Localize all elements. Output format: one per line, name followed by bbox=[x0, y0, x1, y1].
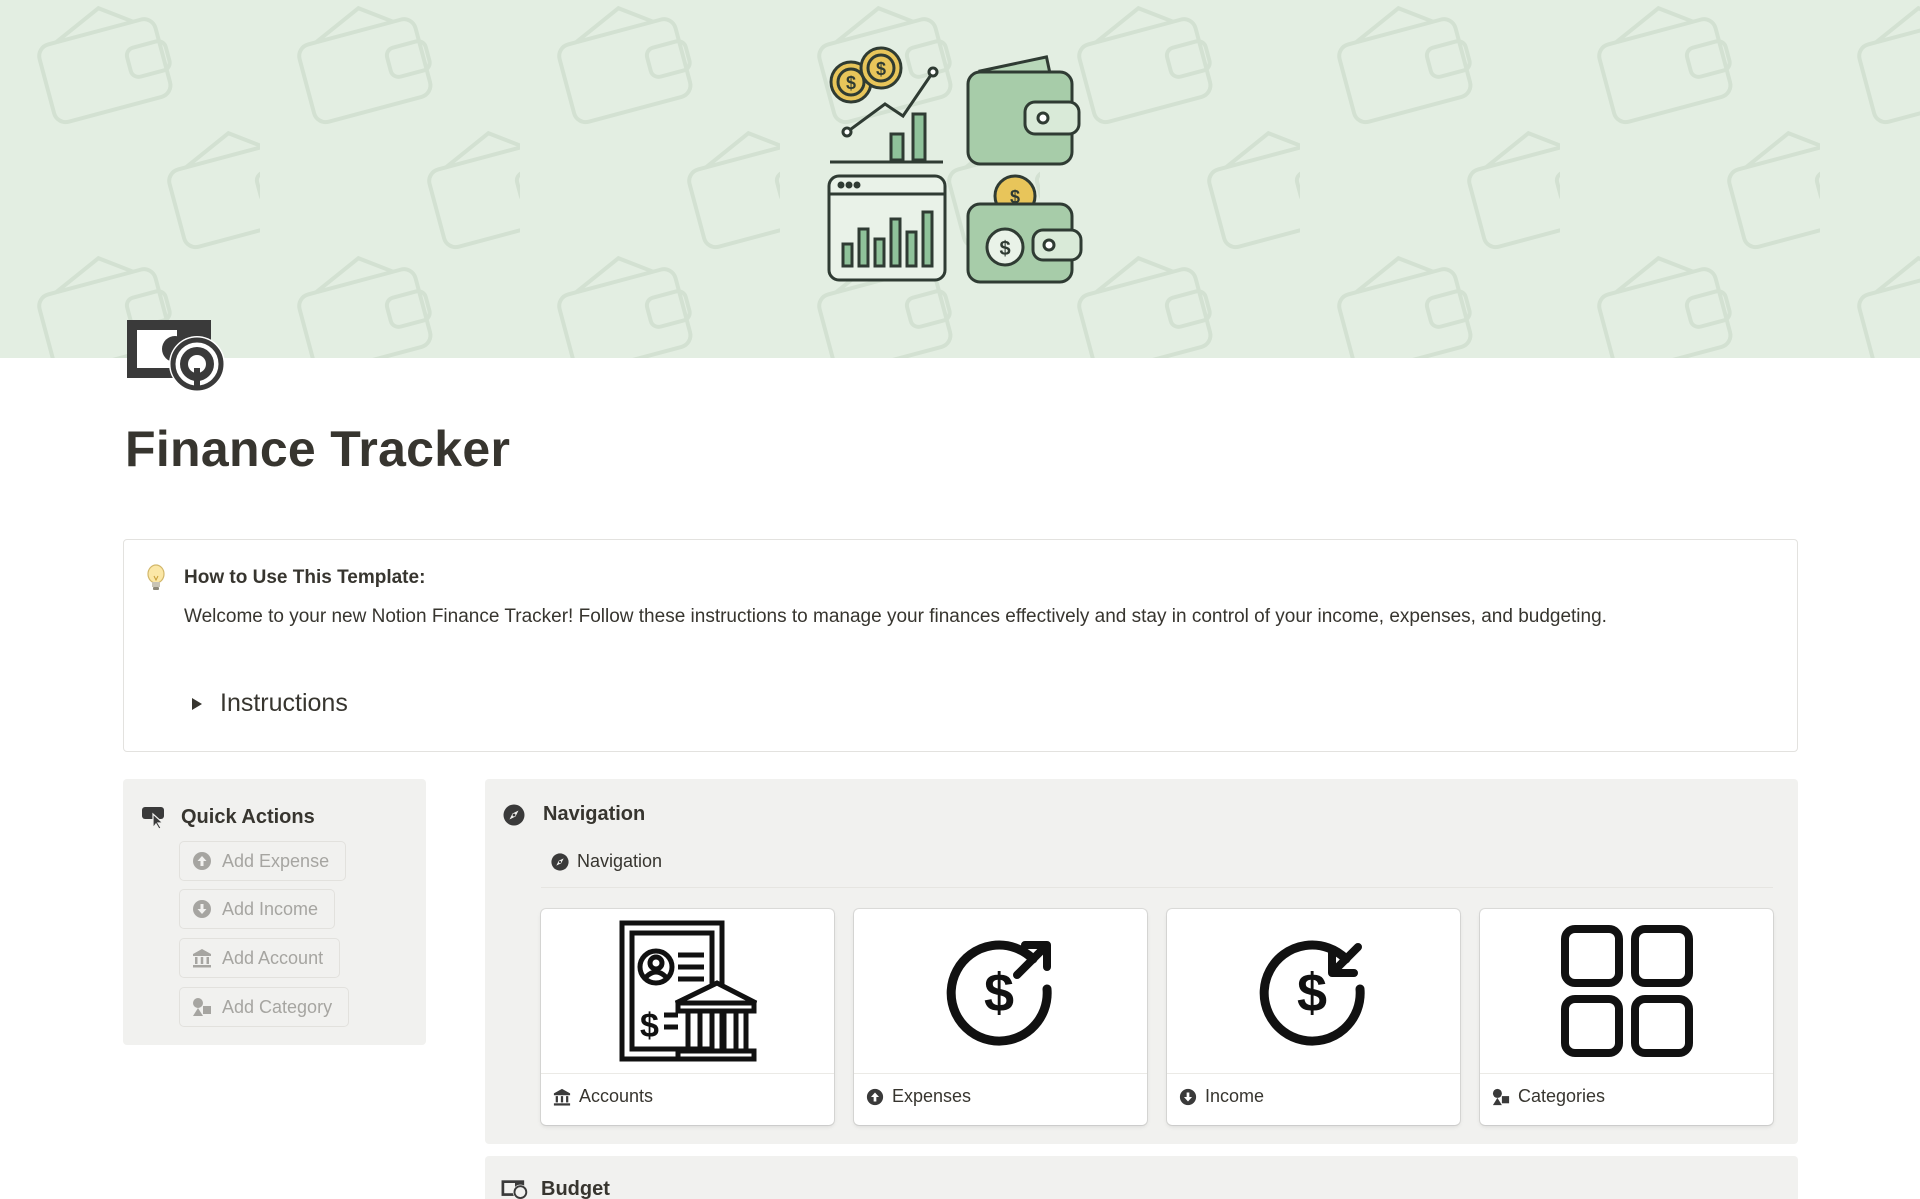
money-exchange-page-icon[interactable] bbox=[125, 318, 229, 394]
add-expense-label: Add Expense bbox=[222, 850, 330, 871]
quick-actions-title: Quick Actions bbox=[181, 805, 315, 828]
svg-text:$: $ bbox=[1296, 963, 1326, 1023]
page-title: Finance Tracker bbox=[125, 421, 511, 477]
accounts-card-label[interactable]: Accounts bbox=[553, 1086, 653, 1107]
finance-illustration: $ $ $ $ bbox=[827, 46, 1083, 284]
bank-document-icon: $ bbox=[619, 920, 757, 1062]
dollar-arrow-down-icon: $ bbox=[1259, 940, 1365, 1046]
instructions-toggle[interactable]: Instructions bbox=[192, 689, 348, 718]
navigation-panel: Navigation Navigation $ Accounts $ Expen… bbox=[485, 779, 1798, 1144]
toggle-label: Instructions bbox=[220, 689, 348, 717]
categories-label-text: Categories bbox=[1518, 1086, 1606, 1106]
add-category-label: Add Category bbox=[222, 996, 333, 1017]
navigation-title: Navigation bbox=[543, 803, 646, 825]
add-account-button[interactable]: Add Account bbox=[179, 938, 341, 978]
svg-text:$: $ bbox=[876, 59, 886, 79]
budget-title: Budget bbox=[541, 1178, 610, 1199]
toggle-arrow-icon[interactable] bbox=[192, 697, 202, 710]
compass-icon bbox=[551, 852, 569, 871]
income-card-cover: $ bbox=[1167, 909, 1460, 1074]
add-category-button[interactable]: Add Category bbox=[179, 987, 350, 1027]
money-exchange-icon bbox=[501, 1179, 528, 1199]
lightbulb-icon bbox=[147, 564, 165, 590]
pointer-click-icon bbox=[142, 807, 165, 829]
add-income-label: Add Income bbox=[222, 898, 319, 919]
bank-icon bbox=[193, 949, 211, 968]
budget-header: Budget bbox=[501, 1178, 610, 1199]
page-cover: $ $ $ $ bbox=[0, 0, 1920, 358]
tab-navigation[interactable]: Navigation bbox=[551, 851, 662, 872]
expenses-card-cover: $ bbox=[854, 909, 1147, 1074]
svg-text:$: $ bbox=[983, 963, 1013, 1023]
grid-icon bbox=[1560, 925, 1693, 1057]
dollar-arrow-up-icon: $ bbox=[946, 940, 1052, 1046]
accounts-label-text: Accounts bbox=[579, 1086, 654, 1106]
tab-navigation-label: Navigation bbox=[577, 851, 663, 871]
arrow-down-circle-icon bbox=[193, 900, 211, 918]
categories-card-label[interactable]: Categories bbox=[1492, 1086, 1605, 1107]
instructions-callout: How to Use This Template: Welcome to you… bbox=[123, 539, 1798, 752]
budget-panel: Budget bbox=[485, 1156, 1798, 1199]
callout-title: How to Use This Template: bbox=[184, 567, 426, 588]
callout-body: Welcome to your new Notion Finance Track… bbox=[184, 606, 1607, 627]
navigation-header: Navigation bbox=[503, 803, 645, 826]
svg-text:$: $ bbox=[846, 73, 856, 93]
arrow-down-circle-icon bbox=[1179, 1088, 1197, 1105]
expenses-card-label[interactable]: Expenses bbox=[866, 1086, 971, 1107]
categories-card[interactable]: Categories bbox=[1480, 909, 1773, 1125]
shapes-icon bbox=[1492, 1088, 1510, 1105]
add-account-label: Add Account bbox=[222, 947, 324, 968]
arrow-up-circle-icon bbox=[866, 1088, 884, 1105]
expenses-label-text: Expenses bbox=[892, 1086, 972, 1106]
quick-actions-header: Quick Actions bbox=[141, 805, 315, 829]
expenses-card[interactable]: $ Expenses bbox=[854, 909, 1147, 1125]
income-card[interactable]: $ Income bbox=[1167, 909, 1460, 1125]
bank-icon bbox=[553, 1088, 571, 1106]
add-expense-button[interactable]: Add Expense bbox=[179, 841, 347, 881]
tab-divider bbox=[541, 887, 1773, 888]
income-card-label[interactable]: Income bbox=[1179, 1086, 1264, 1107]
categories-card-cover bbox=[1480, 909, 1773, 1074]
income-label-text: Income bbox=[1205, 1086, 1265, 1106]
svg-text:$: $ bbox=[640, 1007, 659, 1045]
svg-text:$: $ bbox=[999, 238, 1010, 260]
shapes-icon bbox=[193, 998, 211, 1016]
arrow-up-circle-icon bbox=[193, 852, 211, 870]
add-income-button[interactable]: Add Income bbox=[179, 889, 336, 929]
quick-actions-panel: Quick Actions Add Expense Add Income Add… bbox=[123, 779, 426, 1045]
accounts-card[interactable]: $ Accounts bbox=[541, 909, 834, 1125]
accounts-card-cover: $ bbox=[541, 909, 834, 1074]
compass-icon bbox=[503, 804, 525, 825]
